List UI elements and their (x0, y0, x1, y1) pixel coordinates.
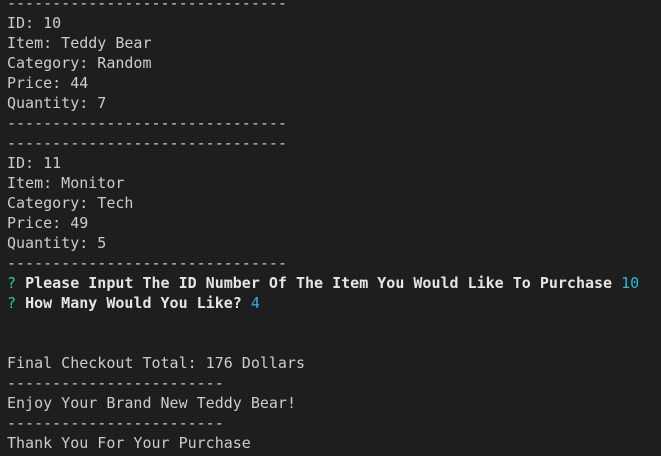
item-category: Category: Tech (7, 194, 134, 212)
item-id: ID: 10 (7, 14, 62, 32)
separator-line: ------------------------------- (7, 0, 287, 12)
prompt-question: How Many Would You Like? (25, 294, 242, 312)
item-quantity: Quantity: 7 (7, 94, 107, 112)
prompt-marker: ? (7, 294, 17, 312)
prompt-line-quantity: ? How Many Would You Like? 4 (7, 293, 661, 313)
terminal-lines: ------------------------------- ID: 10 I… (7, 0, 661, 453)
item-category: Category: Random (7, 54, 152, 72)
item-quantity: Quantity: 5 (7, 234, 107, 252)
separator-line: ------------------------------- (7, 114, 287, 132)
prompt-marker: ? (7, 274, 17, 292)
terminal-output[interactable]: ------------------------------- ID: 10 I… (0, 0, 661, 456)
item-name: Item: Monitor (7, 174, 125, 192)
final-total: Final Checkout Total: 176 Dollars (7, 354, 306, 372)
prompt-answer: 4 (250, 294, 260, 312)
separator-line: ------------------------------- (7, 134, 287, 152)
item-id: ID: 11 (7, 154, 62, 172)
item-name: Item: Teddy Bear (7, 34, 152, 52)
prompt-line-item-id: ? Please Input The ID Number Of The Item… (7, 273, 661, 293)
item-price: Price: 44 (7, 74, 89, 92)
enjoy-message: Enjoy Your Brand New Teddy Bear! (7, 394, 296, 412)
item-price: Price: 49 (7, 214, 89, 232)
prompt-question: Please Input The ID Number Of The Item Y… (25, 274, 613, 292)
separator-line: ------------------------------- (7, 254, 287, 272)
separator-line: ------------------------ (7, 374, 224, 392)
thanks-message: Thank You For Your Purchase (7, 434, 251, 452)
prompt-answer: 10 (621, 274, 640, 292)
separator-line: ------------------------ (7, 414, 224, 432)
